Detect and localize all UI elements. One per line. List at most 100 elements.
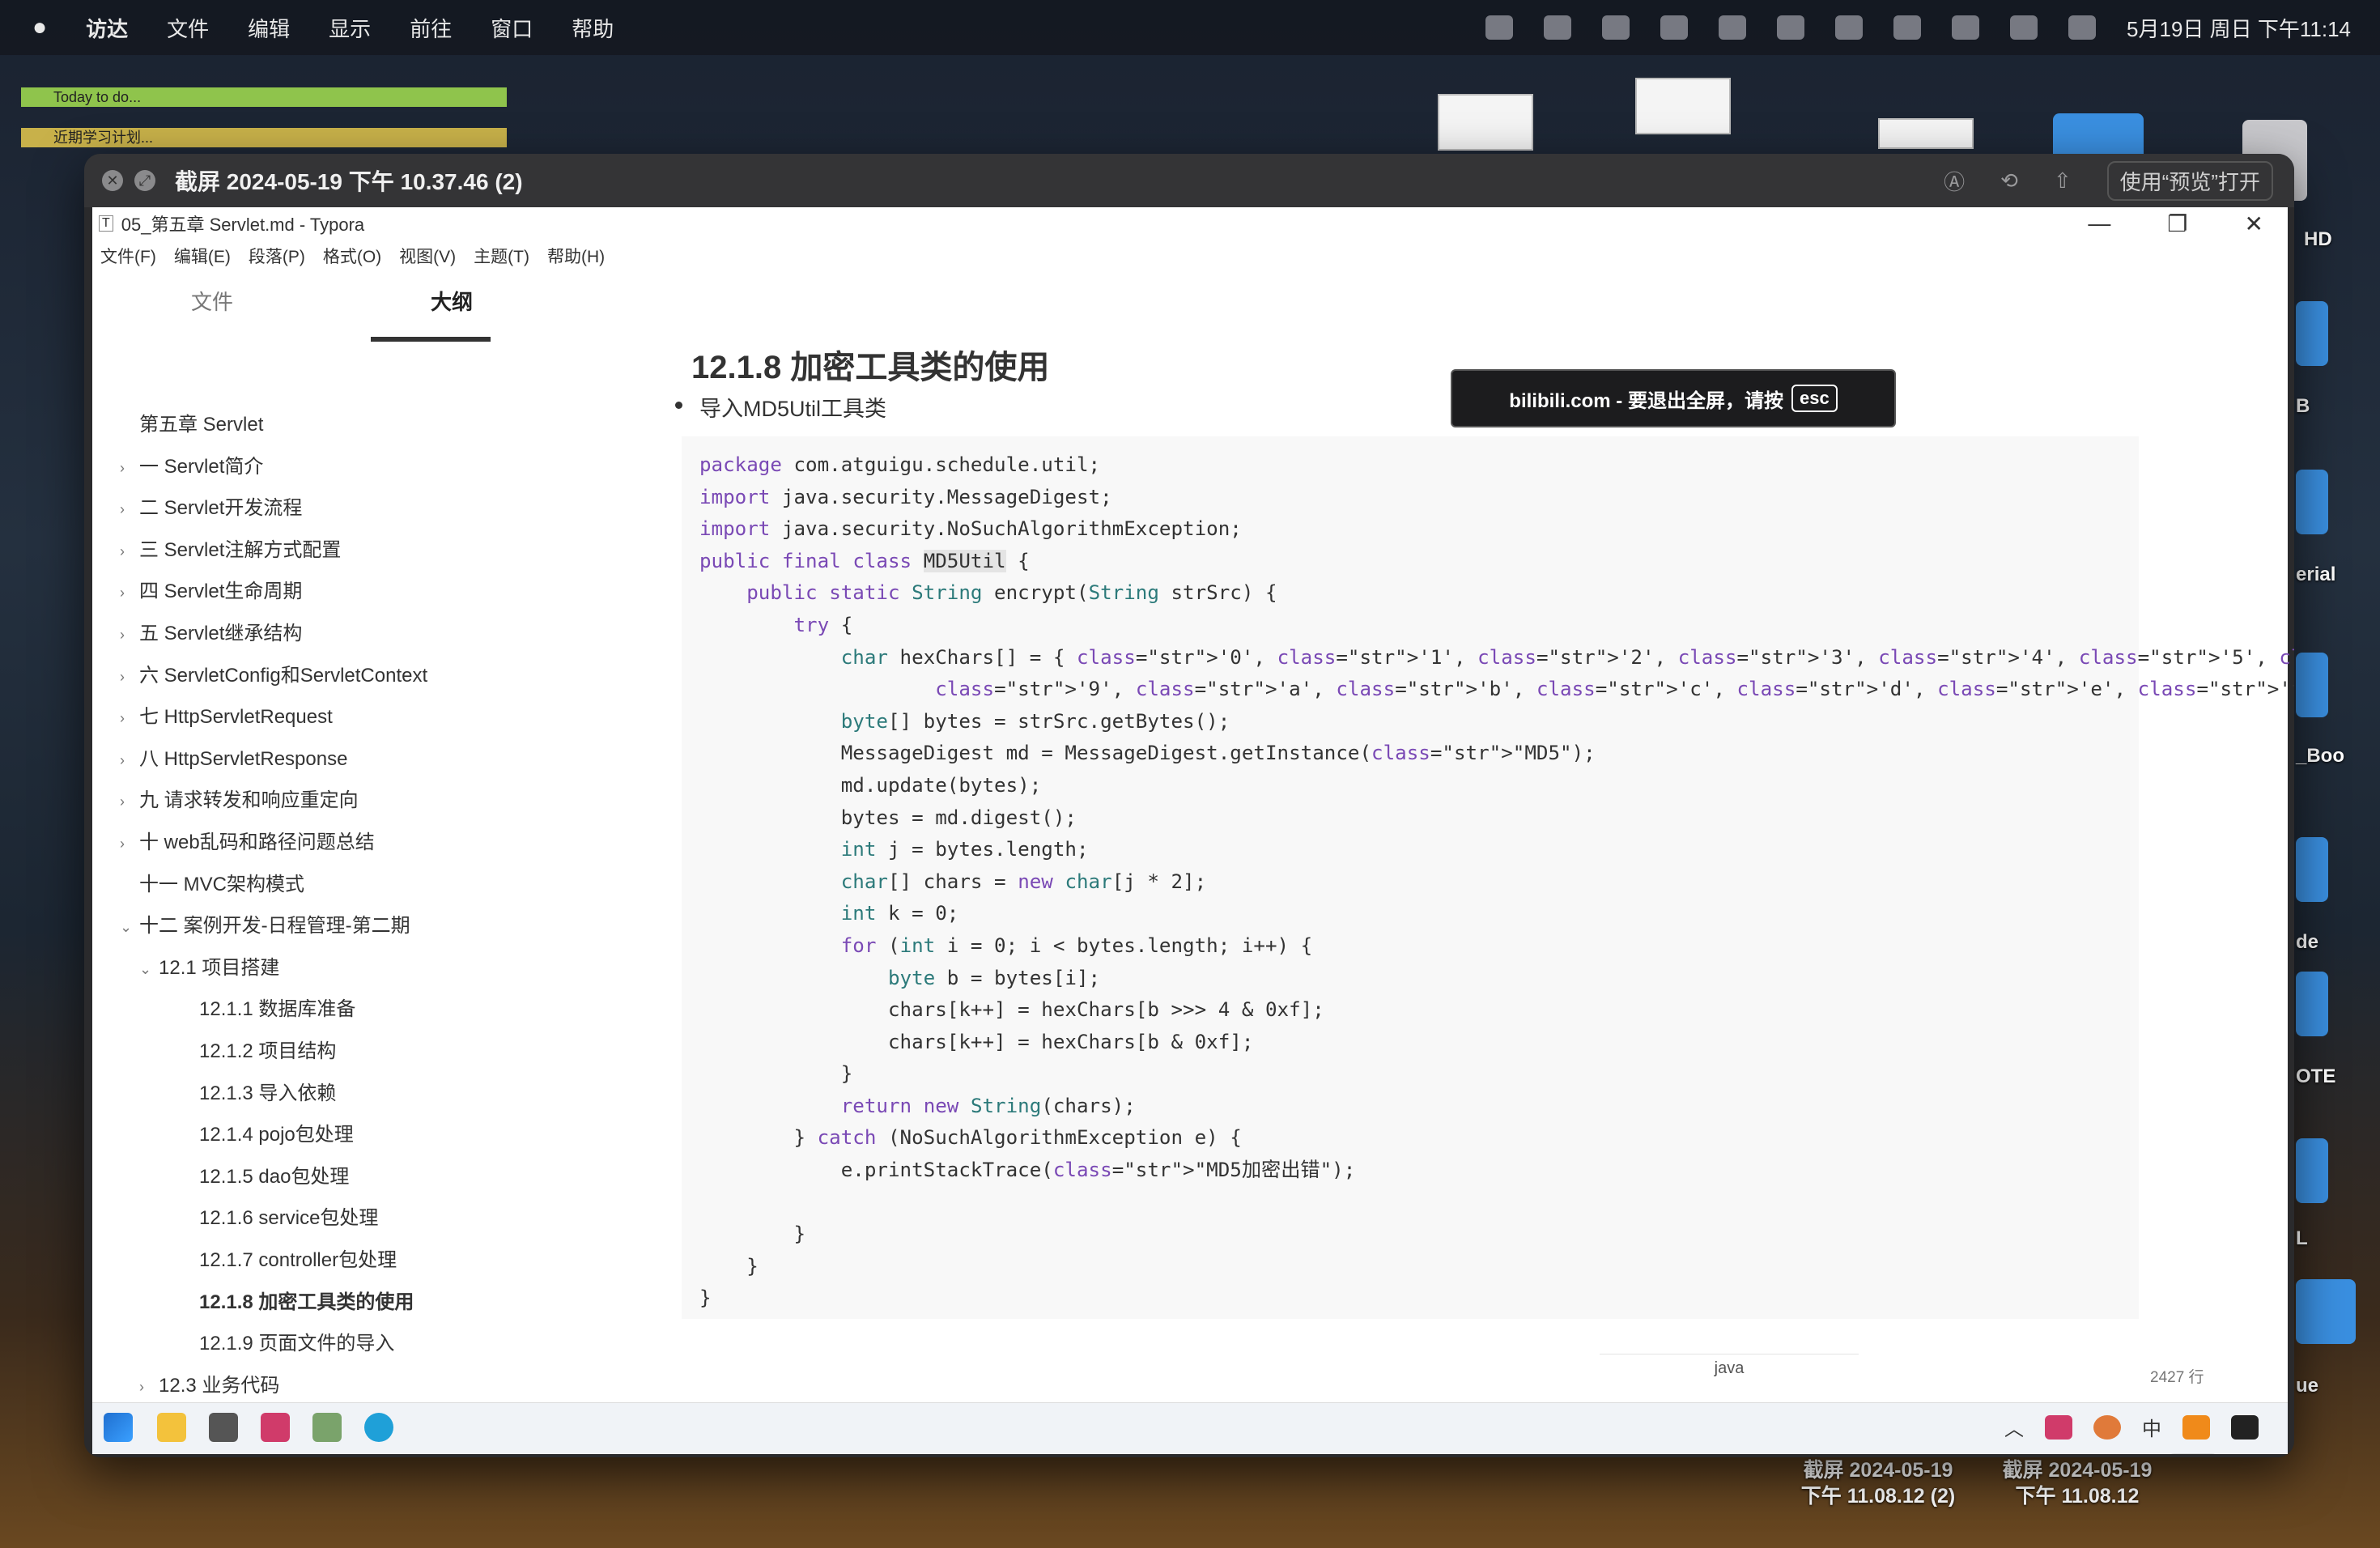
outline-item[interactable]: › 四 Servlet生命周期 [120, 575, 302, 603]
folder-icon[interactable] [2296, 301, 2328, 366]
code-language-selector[interactable]: java [1600, 1354, 1859, 1382]
tab-files[interactable]: 文件 [92, 272, 332, 345]
chevron-right-icon[interactable]: › [120, 585, 139, 602]
outline-item[interactable]: › 六 ServletConfig和ServletContext [120, 659, 427, 687]
menu-help[interactable]: 帮助 [572, 13, 614, 43]
grid-icon[interactable] [1719, 15, 1747, 40]
chevron-right-icon[interactable]: › [120, 836, 139, 853]
outline-item[interactable]: › 一 Servlet简介 [120, 450, 263, 478]
menu-edit[interactable]: 编辑(E) [174, 244, 231, 268]
outline-item[interactable]: › 五 Servlet继承结构 [120, 617, 302, 645]
app-icon[interactable] [1602, 15, 1630, 40]
chevron-down-icon[interactable]: ⌄ [139, 961, 159, 978]
chat-icon[interactable] [1485, 15, 1514, 40]
outline-item[interactable]: › 12.3 业务代码 [139, 1369, 279, 1397]
outline-item[interactable]: › 十 web乱码和路径问题总结 [120, 826, 375, 854]
folder-icon[interactable] [2296, 470, 2328, 534]
menu-go[interactable]: 前往 [410, 13, 452, 43]
outline-item[interactable]: › 九 请求转发和响应重定向 [120, 784, 359, 812]
chevron-right-icon[interactable]: › [120, 752, 139, 769]
menu-view[interactable]: 显示 [329, 13, 371, 43]
outline-item[interactable]: ⌄ 十二 案例开发-日程管理-第二期 [120, 909, 410, 938]
folder-icon[interactable] [2296, 1279, 2356, 1344]
tab-outline[interactable]: 大纲 [332, 272, 572, 345]
typora-icon[interactable] [209, 1413, 238, 1442]
outline-item[interactable]: 12.1.9 页面文件的导入 [180, 1327, 394, 1355]
chevron-right-icon[interactable]: › [120, 543, 139, 560]
plan-widget[interactable]: 近期学习计划... [21, 128, 507, 147]
outline-item[interactable]: 12.1.5 dao包处理 [180, 1160, 349, 1189]
desktop-thumbnail[interactable] [1438, 94, 1533, 151]
ime-indicator[interactable]: 中 [2142, 1413, 2161, 1441]
notification-icon[interactable] [2231, 1414, 2259, 1440]
windows-start-icon[interactable] [104, 1413, 133, 1442]
minimize-icon[interactable]: — [2088, 211, 2110, 237]
menu-window[interactable]: 窗口 [491, 13, 533, 43]
menu-file[interactable]: 文件 [167, 13, 209, 43]
chevron-down-icon[interactable]: ⌄ [120, 919, 139, 936]
outline-item[interactable]: 12.1.2 项目结构 [180, 1035, 336, 1063]
outline-item[interactable]: 12.1.8 加密工具类的使用 [180, 1286, 414, 1314]
sogou-icon[interactable] [2182, 1414, 2210, 1440]
intellij-icon[interactable] [261, 1413, 290, 1442]
file-explorer-icon[interactable] [157, 1413, 186, 1442]
outline-item[interactable]: ⌄ 12.1 项目搭建 [139, 951, 279, 980]
menu-file[interactable]: 文件(F) [100, 244, 156, 268]
chevron-right-icon[interactable]: › [120, 793, 139, 810]
share-icon[interactable]: ⇧ [2054, 168, 2072, 194]
code-text[interactable]: package com.atguigu.schedule.util; import… [699, 449, 2294, 1315]
chevron-right-icon[interactable]: › [120, 501, 139, 518]
code-block[interactable]: package com.atguigu.schedule.util; import… [682, 436, 2294, 1319]
chevron-right-icon[interactable]: › [120, 460, 139, 477]
fullscreen-icon[interactable]: ⤢ [134, 170, 155, 191]
play-icon[interactable] [1777, 15, 1805, 40]
desktop-file-caption[interactable]: 截屏 2024-05-19 下午 11.08.12 [1956, 1457, 2199, 1509]
wechat-icon[interactable] [1544, 15, 1572, 40]
folder-icon[interactable] [2296, 972, 2328, 1036]
close-icon[interactable]: ✕ [2245, 211, 2263, 237]
outline-item[interactable]: 十一 MVC架构模式 [120, 868, 304, 896]
open-with-preview-button[interactable]: 使用“预览”打开 [2106, 160, 2273, 201]
outline-item[interactable]: 12.1.1 数据库准备 [180, 993, 355, 1021]
menu-view[interactable]: 视图(V) [399, 244, 456, 268]
outline-item[interactable]: › 三 Servlet注解方式配置 [120, 534, 341, 562]
menu-help[interactable]: 帮助(H) [547, 244, 605, 268]
menu-edit[interactable]: 编辑 [248, 13, 290, 43]
outline-item[interactable]: 12.1.7 controller包处理 [180, 1244, 397, 1272]
outline-item[interactable]: 12.1.4 pojo包处理 [180, 1118, 354, 1146]
outline-item[interactable]: › 八 HttpServletResponse [120, 742, 347, 771]
menu-format[interactable]: 格式(O) [323, 244, 381, 268]
s-app-icon[interactable] [1835, 15, 1864, 40]
outline-item[interactable]: › 二 Servlet开发流程 [120, 491, 302, 520]
desktop-thumbnail[interactable] [1635, 78, 1731, 134]
folder-icon[interactable] [2053, 113, 2144, 154]
close-icon[interactable]: ✕ [102, 170, 123, 191]
chevron-right-icon[interactable]: › [120, 627, 139, 644]
chevron-up-icon[interactable]: ︿ [2004, 1413, 2024, 1441]
menu-theme[interactable]: 主题(T) [474, 244, 529, 268]
outline-item[interactable]: 第五章 Servlet [120, 408, 263, 436]
restore-icon[interactable]: ❐ [2167, 211, 2187, 237]
search-icon[interactable] [2010, 15, 2038, 40]
menu-finder[interactable]: 访达 [86, 13, 128, 43]
chevron-right-icon[interactable]: › [120, 710, 139, 727]
control-center-icon[interactable] [2068, 15, 2097, 40]
apple-icon[interactable]: ● [32, 14, 47, 41]
chevron-right-icon[interactable]: › [120, 669, 139, 686]
tray-app-icon[interactable] [2093, 1414, 2121, 1440]
app-icon[interactable] [312, 1413, 342, 1442]
markup-icon[interactable]: Ⓐ [1944, 166, 1965, 196]
vpn-icon[interactable] [1660, 15, 1689, 40]
intellij-tray-icon[interactable] [2045, 1414, 2072, 1440]
folder-icon[interactable] [2296, 653, 2328, 717]
wifi-icon[interactable] [1952, 15, 1980, 40]
folder-icon[interactable] [2296, 837, 2328, 902]
outline-item[interactable]: › 七 HttpServletRequest [120, 700, 333, 729]
desktop-thumbnail[interactable] [1878, 118, 1974, 149]
menu-paragraph[interactable]: 段落(P) [249, 244, 305, 268]
rotate-icon[interactable]: ⟲ [2000, 168, 2018, 194]
battery-icon[interactable] [1893, 15, 1922, 40]
chevron-right-icon[interactable]: › [139, 1379, 159, 1396]
outline-item[interactable]: 12.1.6 service包处理 [180, 1201, 378, 1230]
clock[interactable]: 5月19日 周日 下午11:14 [2127, 13, 2351, 43]
